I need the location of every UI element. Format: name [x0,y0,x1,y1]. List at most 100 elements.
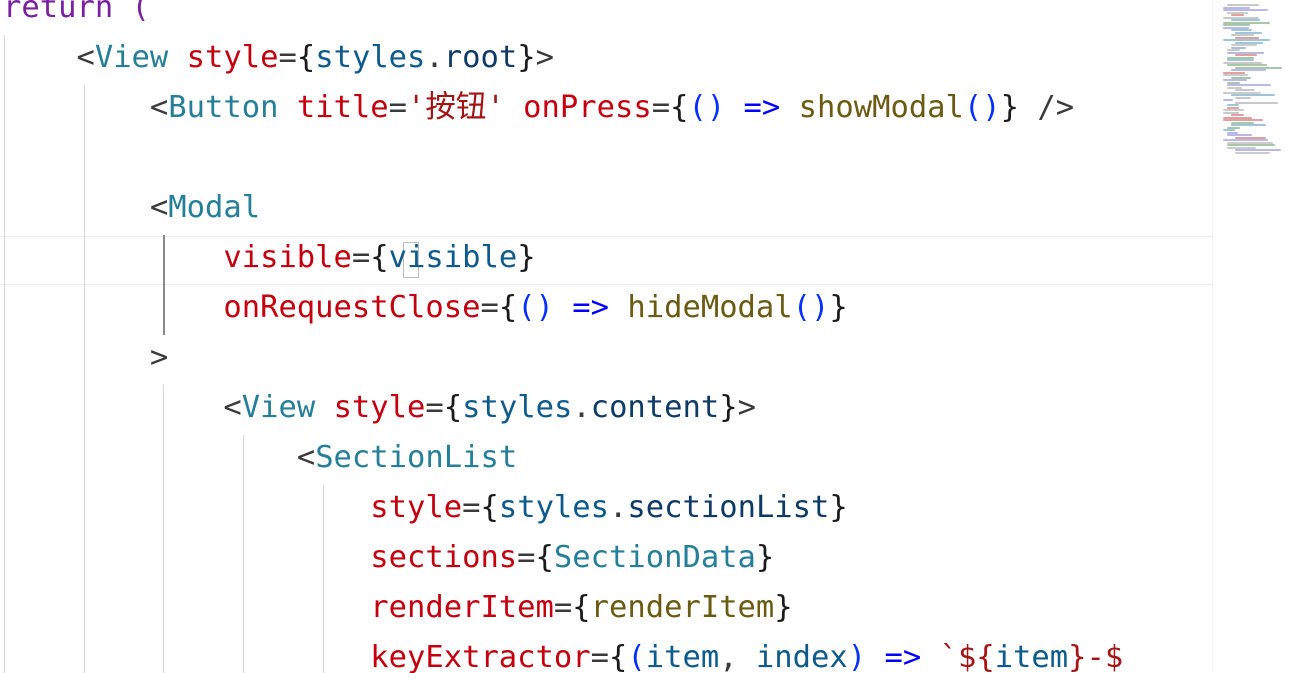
code-token-prop: content [590,390,720,425]
code-token-punct: = [480,290,499,325]
code-token-punct: = [388,90,408,125]
code-token-brace: } [1000,90,1020,125]
minimap-line [1227,64,1267,66]
code-token-paren: () [792,290,830,325]
code-line[interactable]: <Modal [3,183,260,233]
code-token-attr: keyExtractor [370,640,591,673]
minimap-line [1227,4,1259,6]
code-token-punct: . [609,490,628,525]
code-line[interactable]: <View style={styles.root}> [3,33,554,83]
minimap-line [1223,79,1247,81]
code-token-punct: < [149,90,169,125]
minimap-line [1227,144,1275,146]
code-line[interactable]: style={styles.sectionList} [3,483,848,533]
code-token-var: visible [388,240,518,275]
code-token-arrow: => [553,290,628,325]
minimap-line [1231,14,1244,16]
minimap-line [1235,89,1255,91]
code-token-brace: { [670,90,689,125]
code-token-prop: root [443,40,518,75]
minimap-line [1231,124,1266,126]
code-line[interactable]: sections={SectionData} [3,533,774,583]
minimap-line [1223,129,1235,131]
code-token-fn: renderItem [590,590,775,625]
code-token-fn: showModal [798,90,964,125]
code-token-punct: = [351,240,371,275]
code-token-punct: /> [1019,90,1075,125]
minimap-line [1223,74,1248,76]
code-token-attr: onRequestClose [223,290,481,325]
code-line[interactable]: <SectionList [3,433,517,483]
code-token-brace: { [370,240,389,275]
minimap-line [1223,39,1270,41]
code-token-paren: () [688,90,726,125]
code-token-var: index [755,640,848,673]
minimap-line [1227,104,1239,106]
code-token-punct: = [590,640,609,673]
code-token-var: item [994,640,1069,673]
code-token-tmpl: }-$ [1068,640,1124,673]
code-token-var: item [645,640,720,673]
code-token-var: styles [498,490,610,525]
code-token-punct: > [737,390,756,425]
code-editor[interactable]: return ( <View style={styles.root}> <But… [0,0,1289,673]
minimap-line [1223,9,1268,11]
code-token-var: styles [462,390,573,425]
code-line[interactable]: > [3,333,168,383]
code-token-attr: onPress [523,90,652,125]
minimap-line [1231,114,1244,116]
code-token-punct: . [425,40,444,75]
minimap-line [1235,151,1270,154]
code-token-brace: { [572,590,591,625]
code-token-tag: SectionList [315,440,518,475]
code-token-brace: { [296,40,316,75]
code-token-punct: = [425,390,444,425]
code-token-attr: visible [223,240,352,275]
code-token-punct: = [462,490,481,525]
code-line[interactable]: visible={visible} [3,233,535,283]
code-token-arrow: => [866,640,940,673]
code-token-punct: = [517,540,536,575]
minimap-line [1231,19,1260,21]
code-token-punct: , [719,640,756,673]
minimap-line [1231,94,1275,96]
code-token-attr: renderItem [370,590,554,625]
minimap-line [1231,44,1257,46]
code-token-prop: sectionList [627,490,830,525]
minimap-line [1223,139,1268,141]
code-token-brace: } [719,390,738,425]
code-token-punct: > [149,340,169,375]
code-token-tmpl: `${ [939,640,995,673]
code-token-punct: . [572,390,591,425]
minimap[interactable] [1212,0,1289,673]
code-token-punct: > [535,40,554,75]
code-line[interactable]: <Button title='按钮' onPress={() => showMo… [3,83,1074,133]
code-token-attr: style [333,390,426,425]
code-line[interactable]: renderItem={renderItem} [3,583,792,633]
minimap-line [1235,101,1278,104]
code-line[interactable]: <View style={styles.content}> [3,383,756,433]
code-token-arrow: => [725,90,799,125]
code-token-brace: { [480,490,499,525]
code-line[interactable]: onRequestClose={() => hideModal()} [3,283,847,333]
minimap-line [1223,99,1233,101]
code-line[interactable]: return ( [3,0,150,33]
code-line[interactable]: keyExtractor={(item, index) => `${item}-… [3,633,1123,673]
code-area[interactable]: return ( <View style={styles.root}> <But… [0,0,1212,673]
code-token-brace: { [609,640,628,673]
code-token-tag: Modal [168,190,261,225]
code-token-fn: hideModal [627,290,793,325]
code-token-tag: View [94,40,169,75]
code-token-paren: () [517,290,554,325]
code-token-tag: View [241,390,316,425]
code-token-kw: return ( [3,0,150,25]
code-token-brace: } [755,540,775,575]
